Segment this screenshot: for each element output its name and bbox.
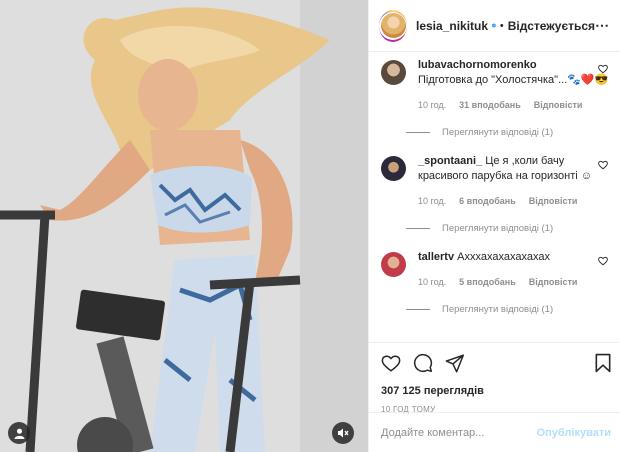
reply-button[interactable]: Відповісти [534,98,583,113]
publish-button[interactable]: Опублікувати [537,427,611,439]
verified-badge-icon [492,23,496,28]
comment-time[interactable]: 10 год. [418,275,446,290]
mute-button[interactable] [332,422,354,444]
more-options-icon[interactable]: ⋯ [595,17,610,34]
author-avatar[interactable] [379,9,407,42]
comment-avatar[interactable] [381,252,406,277]
comment-likes[interactable]: 6 вподобань [459,194,516,209]
comment-item: lubavachornomorenko Підготовка до "Холос… [369,58,620,113]
comment-likes[interactable]: 31 вподобань [459,98,521,113]
comment-text: Підготовка до "Холостячка"...🐾❤️😎 [418,74,609,86]
speaker-muted-icon [338,428,349,438]
comment-bubble-icon[interactable] [413,353,433,373]
like-comment-heart-icon[interactable] [598,160,608,170]
comment-meta: 10 год. 5 вподобань Відповісти [418,275,610,290]
like-comment-heart-icon[interactable] [598,256,608,266]
like-heart-icon[interactable] [381,354,401,372]
comment-avatar[interactable] [381,156,406,181]
post-sidebar: lesia_nikituk • Відстежується ⋯ lubavach… [368,0,620,452]
reply-button[interactable]: Відповісти [529,194,578,209]
post-video[interactable] [0,0,368,452]
action-icons-row [381,351,611,375]
comment-time[interactable]: 10 год. [418,98,446,113]
comment-username[interactable]: lubavachornomorenko [418,59,537,71]
comment-username[interactable]: _spontaani_ [418,155,482,167]
comment-item: _spontaani_ Це я ,коли бачу красивого па… [369,154,620,209]
comment-text: Ахххахахахахахах [457,251,550,263]
comment-item: tallertv Ахххахахахахахах 10 год. 5 впод… [369,250,620,290]
reply-button[interactable]: Відповісти [529,275,578,290]
author-username[interactable]: lesia_nikituk [416,19,488,33]
view-replies-button[interactable]: Переглянути відповіді (1) [406,127,620,138]
view-replies-button[interactable]: Переглянути відповіді (1) [406,223,620,234]
comment-time[interactable]: 10 год. [418,194,446,209]
video-frame [0,0,368,452]
comment-meta: 10 год. 6 вподобань Відповісти [418,194,610,209]
share-paper-plane-icon[interactable] [445,353,465,373]
comment-avatar[interactable] [381,60,406,85]
post-header: lesia_nikituk • Відстежується ⋯ [369,0,620,52]
add-comment-bar: Опублікувати [369,412,620,452]
separator-dot: • [499,19,504,32]
bookmark-icon[interactable] [595,353,611,373]
tagged-user-button[interactable] [8,422,30,444]
comment-likes[interactable]: 5 вподобань [459,275,516,290]
instagram-post: lesia_nikituk • Відстежується ⋯ lubavach… [0,0,620,452]
views-count[interactable]: 307 125 переглядів [381,385,611,397]
comments-list: lubavachornomorenko Підготовка до "Холос… [369,52,620,342]
comment-meta: 10 год. 31 вподобань Відповісти [418,98,610,113]
user-icon [13,428,25,439]
comment-input[interactable] [381,426,529,439]
follow-status-button[interactable]: Відстежується [508,19,595,33]
like-comment-heart-icon[interactable] [598,64,608,74]
view-replies-button[interactable]: Переглянути відповіді (1) [406,304,620,315]
post-actions: 307 125 переглядів 10 ГОД ТОМУ [369,342,620,414]
comment-username[interactable]: tallertv [418,251,454,263]
